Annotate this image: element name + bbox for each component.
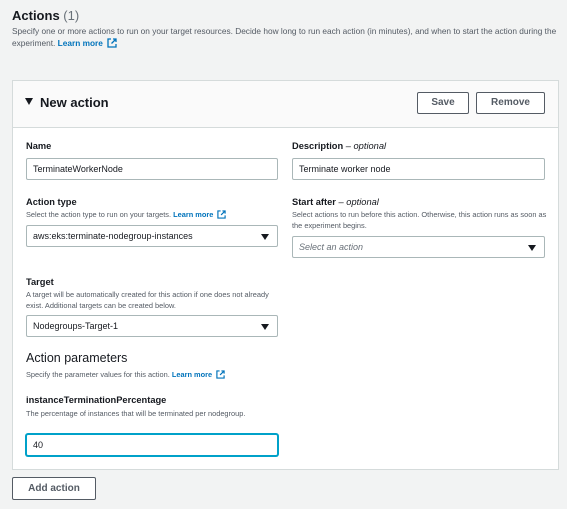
action-parameters-description-text: Specify the parameter values for this ac… xyxy=(26,370,170,379)
target-selected-value: Nodegroups-Target-1 xyxy=(33,321,119,331)
remove-button[interactable]: Remove xyxy=(476,92,545,114)
description-label: Description – optional xyxy=(292,141,386,151)
action-parameters-learn-more-link[interactable]: Learn more xyxy=(172,370,212,379)
action-count: (1) xyxy=(63,8,80,23)
start-after-optional: – optional xyxy=(338,197,379,207)
add-action-button[interactable]: Add action xyxy=(12,477,96,500)
param-description: The percentage of instances that will be… xyxy=(26,409,246,418)
action-type-description-text: Select the action type to run on your ta… xyxy=(26,210,172,219)
description-optional-text: optional xyxy=(353,141,387,151)
action-parameters-description: Specify the parameter values for this ac… xyxy=(26,370,326,381)
action-type-select[interactable]: aws:eks:terminate-nodegroup-instances xyxy=(26,225,278,247)
target-select[interactable]: Nodegroups-Target-1 xyxy=(26,315,278,337)
action-type-selected-value: aws:eks:terminate-nodegroup-instances xyxy=(33,231,193,241)
action-type-learn-more-link[interactable]: Learn more xyxy=(173,210,213,219)
param-label: instanceTerminationPercentage xyxy=(26,395,167,405)
start-after-placeholder: Select an action xyxy=(299,242,364,252)
action-type-label: Action type xyxy=(26,197,77,207)
description-optional: – optional xyxy=(345,141,387,151)
section-title-text: Actions xyxy=(12,8,60,23)
action-type-description: Select the action type to run on your ta… xyxy=(26,210,281,221)
dropdown-arrow-icon xyxy=(261,234,269,240)
description-label-text: Description xyxy=(292,141,344,151)
instance-termination-percentage-input[interactable]: 40 xyxy=(26,434,278,456)
caret-down-icon[interactable] xyxy=(25,98,33,105)
external-link-icon[interactable] xyxy=(217,210,227,219)
target-label: Target xyxy=(26,277,54,287)
name-label: Name xyxy=(26,141,52,151)
new-action-title[interactable]: New action xyxy=(40,95,109,110)
description-input[interactable]: Terminate worker node xyxy=(292,158,545,180)
start-after-select[interactable]: Select an action xyxy=(292,236,545,258)
external-link-icon[interactable] xyxy=(216,370,225,379)
action-parameters-title: Action parameters xyxy=(26,351,128,365)
save-button[interactable]: Save xyxy=(417,92,469,114)
learn-more-link[interactable]: Learn more xyxy=(58,38,103,48)
name-input[interactable]: TerminateWorkerNode xyxy=(26,158,278,180)
start-after-optional-text: optional xyxy=(346,197,379,207)
target-description: A target will be automatically created f… xyxy=(26,290,269,310)
section-title: Actions (1) xyxy=(12,8,79,23)
start-after-label-text: Start after xyxy=(292,197,336,207)
start-after-description: Select actions to run before this action… xyxy=(292,210,547,230)
dropdown-arrow-icon xyxy=(528,245,536,251)
start-after-label: Start after – optional xyxy=(292,197,379,207)
section-description: Specify one or more actions to run on yo… xyxy=(12,25,557,49)
external-link-icon[interactable] xyxy=(107,38,117,48)
dropdown-arrow-icon xyxy=(261,324,269,330)
